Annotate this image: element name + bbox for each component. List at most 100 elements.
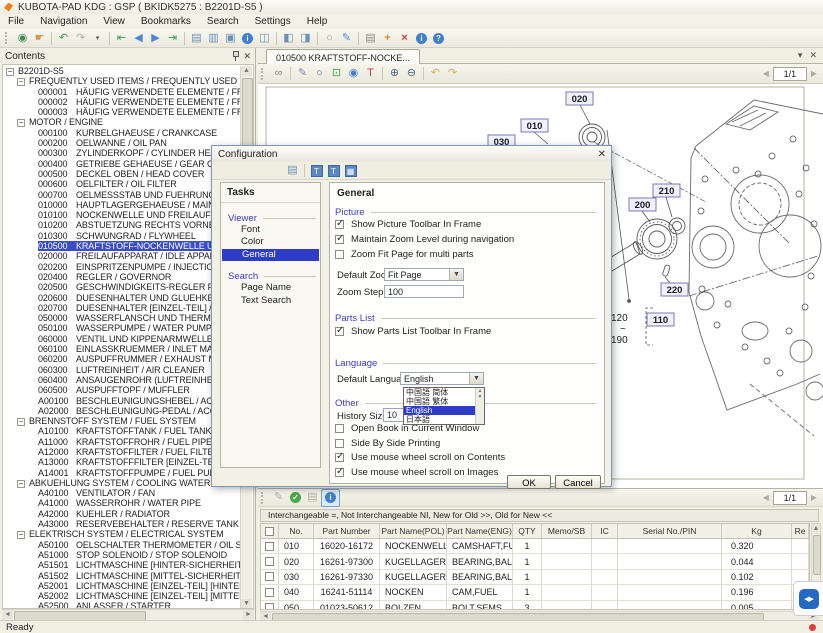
tree-item-060400[interactable]: 060400ANSAUGENROHR (LUFTREINHEIT) / INLE…	[4, 375, 241, 385]
parts-toolbar-grip[interactable]	[261, 492, 266, 504]
apply-check-icon[interactable]: ✓	[287, 490, 304, 506]
teamviewer-icon[interactable]: ◀▶	[799, 589, 819, 609]
menu-navigation[interactable]: Navigation	[32, 16, 95, 27]
tree-item-000001[interactable]: 000001HÄUFIG VERWENDETE ELEMENTE / FREQU…	[4, 87, 241, 97]
tree-item-020400[interactable]: 020400REGLER / GOVERNOR	[4, 272, 241, 282]
tree-item-010100[interactable]: 010100NOCKENWELLE UND FREILAUFGETRIEBE	[4, 210, 241, 220]
ok-button[interactable]: OK	[507, 475, 551, 489]
checkbox[interactable]	[335, 235, 344, 244]
tree-item-000500[interactable]: 000500DECKEL OBEN / HEAD COVER	[4, 169, 241, 179]
dialog-close-icon[interactable]: ✕	[598, 149, 606, 160]
checkbox-row[interactable]: Side By Side Printing	[335, 436, 598, 451]
row-checkbox[interactable]	[265, 603, 274, 610]
tree-item[interactable]: −ABKUEHLUNG SYSTEM / COOLING WATER SYSTE…	[4, 478, 241, 488]
tree-item-A14001[interactable]: A14001KRAFTSTOFFPUMPE / FUEL PUMP	[4, 468, 241, 478]
tree-item[interactable]: −BRENNSTOFF SYSTEM / FUEL SYSTEM	[4, 416, 241, 426]
redo-dropdown-icon[interactable]: ▾	[89, 30, 106, 46]
callout-110[interactable]: 110	[647, 313, 674, 326]
picture-toolbar-grip[interactable]	[261, 68, 266, 80]
tree-item-A40100[interactable]: A40100VENTILATOR / FAN	[4, 488, 241, 498]
undo-icon[interactable]: ↶	[55, 30, 72, 46]
zoom-search-icon[interactable]: ○	[321, 30, 338, 46]
tree-item-000400[interactable]: 000400GETRIEBE GEHAEUSE / GEAR CASE	[4, 159, 241, 169]
tree-item-060000[interactable]: 060000VENTIL UND KIPPENARMWELLE / VALVE	[4, 334, 241, 344]
checkbox[interactable]	[335, 220, 344, 229]
tree-item-000700[interactable]: 000700OELMESSSTAB UND FUEHRUNG / DIPSTIC…	[4, 190, 241, 200]
pin-icon[interactable]	[231, 51, 239, 61]
column-header[interactable]: Part Name(ENG)	[447, 524, 513, 538]
row-checkbox[interactable]	[265, 588, 274, 597]
rotate-right-icon[interactable]: ↷	[444, 66, 461, 82]
checkbox[interactable]	[335, 327, 344, 336]
layout-float-icon[interactable]: ◫	[256, 30, 273, 46]
tree-item-020700[interactable]: 020700DUESENHALTER [EINZEL-TEIL] / NOZZL…	[4, 303, 241, 313]
checkbox-row[interactable]: Maintain Zoom Level during navigation	[335, 232, 598, 247]
page-next-icon[interactable]: ▶	[811, 69, 817, 78]
tree-item-A52500[interactable]: A52500ANLASSER / STARTER	[4, 601, 241, 608]
tree-item-000600[interactable]: 000600OELFILTER / OIL FILTER	[4, 179, 241, 189]
tab-close-icon[interactable]: ✕	[809, 50, 817, 61]
select-pen-icon[interactable]: ✎	[294, 66, 311, 82]
rotate-left-icon[interactable]: ↶	[427, 66, 444, 82]
language-option[interactable]: 中国語 简体	[404, 388, 484, 397]
zoom-step-input[interactable]: 100	[384, 285, 464, 298]
remote-access-flap[interactable]: ◀▶	[793, 581, 823, 616]
tree-item-A11000[interactable]: A11000KRAFTSTOFFROHR / FUEL PIPE	[4, 437, 241, 447]
tree-item-000003[interactable]: 000003HÄUFIG VERWENDETE ELEMENTE / FREQU…	[4, 107, 241, 117]
info-icon[interactable]: i	[413, 30, 430, 46]
tree-item-020200[interactable]: 020200EINSPRITZENPUMPE / INJECTION PUMP	[4, 262, 241, 272]
tree-item-A52001[interactable]: A52001LICHTMASCHINE [EINZEL-TEIL] [HINTE…	[4, 581, 241, 591]
menu-help[interactable]: Help	[299, 16, 336, 27]
column-header[interactable]: Re	[792, 524, 809, 538]
tree-item[interactable]: −FREQUENTLY USED ITEMS / FREQUENTLY USED…	[4, 76, 241, 86]
combo-arrow-icon[interactable]: ▼	[449, 269, 463, 280]
task-item-text-search[interactable]: Text Search	[221, 295, 320, 307]
column-header[interactable]: QTY	[513, 524, 542, 538]
save-parts-icon[interactable]: ▤	[304, 490, 321, 506]
redo-icon[interactable]: ↷	[72, 30, 89, 46]
tree-item-A52002[interactable]: A52002LICHTMASCHINE [EINZEL-TEIL] [MITTE…	[4, 591, 241, 601]
picture-page-indicator[interactable]: 1/1	[773, 67, 807, 81]
parts-page-indicator[interactable]: 1/1	[773, 491, 807, 505]
tree-item-050000[interactable]: 050000WASSERFLANSCH UND THERMOSTAT / W	[4, 313, 241, 323]
tree-item-A43000[interactable]: A43000RESERVEBEHALTER / RESERVE TANK	[4, 519, 241, 529]
help-icon[interactable]: ?	[430, 30, 447, 46]
tree-item-010500[interactable]: 010500KRAFTSTOFF-NOCKENWELLE UND ACHSE	[4, 241, 241, 251]
tree-item-000002[interactable]: 000002HÄUFIG VERWENDETE ELEMENTE / FREQU…	[4, 97, 241, 107]
close-panel-icon[interactable]: ✕	[243, 51, 251, 61]
tree-item-A51501[interactable]: A51501LICHTMASCHINE [HINTER-SICHERHEITSR…	[4, 560, 241, 570]
checkbox[interactable]	[335, 250, 344, 259]
column-header[interactable]	[261, 524, 279, 538]
tree-item-A42000[interactable]: A42000KUEHLER / RADIATOR	[4, 509, 241, 519]
checkbox-row[interactable]: Use mouse wheel scroll on Contents	[335, 450, 598, 465]
tree-item-020600[interactable]: 020600DUESENHALTER UND GLUEHKERZE / NO	[4, 293, 241, 303]
language-option[interactable]: 中国語 繁体	[404, 397, 484, 406]
tree-item-A13000[interactable]: A13000KRAFTSTOFFFILTER [EINZEL-TEIL] / F…	[4, 457, 241, 467]
export-icon[interactable]: +	[379, 30, 396, 46]
tree-item[interactable]: −ELEKTRISCH SYSTEM / ELECTRICAL SYSTEM	[4, 529, 241, 539]
callout-020[interactable]: 020	[566, 92, 593, 105]
task-item-color[interactable]: Color	[221, 236, 320, 248]
menu-file[interactable]: File	[0, 16, 32, 27]
window-new-icon[interactable]: ◧	[280, 30, 297, 46]
layout-picture-icon[interactable]: ▣	[222, 30, 239, 46]
task-item-page-name[interactable]: Page Name	[221, 282, 320, 294]
tab-010500[interactable]: 010500 KRAFTSTOFF-NOCKE...	[266, 49, 420, 65]
tree-item-A51502[interactable]: A51502LICHTMASCHINE [MITTEL-SICHERHEITSR…	[4, 571, 241, 581]
font2-tool-icon[interactable]: T	[325, 163, 342, 179]
dropdown-scrollbar[interactable]: ▲▼	[475, 388, 484, 424]
tree-item-000300[interactable]: 000300ZYLINDERKOPF / CYLINDER HEAD	[4, 148, 241, 158]
combo-arrow-icon[interactable]: ▼	[469, 373, 483, 384]
task-item-font[interactable]: Font	[221, 224, 320, 236]
default-language-combobox[interactable]: English▼	[400, 372, 484, 385]
tree-item[interactable]: −B2201D-S5	[4, 66, 241, 76]
print-icon[interactable]: ▤	[362, 30, 379, 46]
callout-010[interactable]: 010	[521, 119, 548, 132]
tab-list-dropdown-icon[interactable]: ▾	[798, 50, 803, 61]
tree-item-060200[interactable]: 060200AUSPUFFRUMMER / EXHAUST MANIFOLD	[4, 354, 241, 364]
page-prev-icon[interactable]: ◀	[763, 69, 769, 78]
layout-contents-icon[interactable]: ▤	[188, 30, 205, 46]
tree-item-010200[interactable]: 010200ABSTUETZUNG RECHTS VORNE / PISTON	[4, 220, 241, 230]
checkbox[interactable]	[335, 424, 344, 433]
row-checkbox[interactable]	[265, 572, 274, 581]
